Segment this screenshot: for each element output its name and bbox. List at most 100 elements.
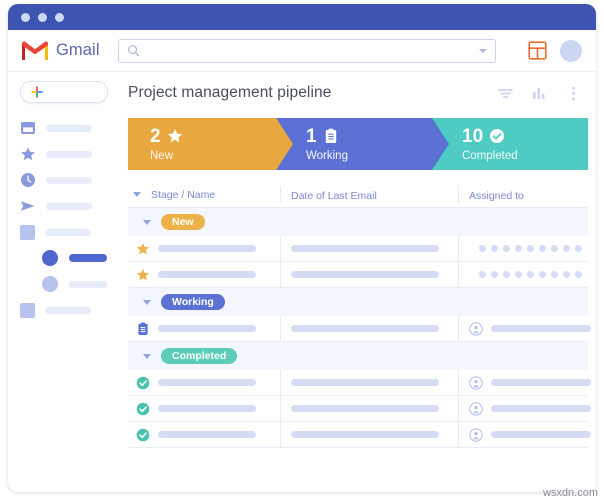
cell-date: [280, 262, 458, 288]
date-placeholder: [291, 271, 439, 278]
sidebar-item-label: [46, 125, 92, 132]
sidebar-item-label: [69, 281, 107, 288]
gmail-header: Gmail: [8, 30, 596, 72]
square-icon: [20, 303, 35, 318]
screenshot-root: Gmail: [0, 0, 604, 501]
filter-icon[interactable]: [497, 85, 514, 102]
column-header-assigned[interactable]: Assigned to: [458, 186, 588, 204]
check-circle-icon: [489, 128, 505, 144]
avatar: [469, 402, 483, 416]
page-title: Project management pipeline: [128, 84, 331, 102]
stage-label: New: [150, 150, 276, 162]
stage-arrow: [276, 118, 293, 170]
group-header-new[interactable]: New: [128, 208, 588, 236]
circle-icon: [42, 250, 58, 266]
pipeline-stage-completed[interactable]: 10 Completed: [432, 118, 588, 170]
more-vertical-icon[interactable]: [565, 85, 582, 102]
column-header-stage-name[interactable]: Stage / Name: [128, 189, 280, 201]
date-placeholder: [291, 325, 439, 332]
sidebar-item-label: [45, 229, 91, 236]
sidebar-nav: [20, 115, 120, 323]
sidebar-item-label: [45, 307, 91, 314]
table-row[interactable]: [128, 316, 588, 342]
name-placeholder: [158, 431, 256, 438]
table-header-row: Stage / Name Date of Last Email Assigned…: [128, 182, 588, 208]
user-avatar[interactable]: [560, 40, 582, 62]
cell-date: [280, 370, 458, 396]
assignee-placeholder: [491, 405, 591, 412]
cell-date: [280, 422, 458, 448]
stage-count-row: 1: [306, 127, 432, 146]
name-placeholder: [158, 271, 256, 278]
name-placeholder: [158, 325, 256, 332]
sidebar-item-more[interactable]: [20, 297, 120, 323]
stage-count: 2: [150, 127, 161, 146]
column-label: Assigned to: [459, 190, 524, 202]
board-header: Project management pipeline: [120, 72, 596, 114]
cell-date: [280, 396, 458, 422]
stage-count: 1: [306, 127, 317, 146]
search-input[interactable]: [118, 39, 496, 63]
pipeline-stages: 2 New 1: [128, 118, 588, 170]
plus-icon: [30, 85, 44, 99]
cell-assigned: [458, 262, 588, 288]
chevron-down-icon[interactable]: [143, 354, 151, 359]
check-circle-icon: [136, 402, 150, 416]
window-maximize-dot[interactable]: [55, 13, 64, 22]
cell-stage-name: [128, 262, 280, 288]
chart-icon[interactable]: [531, 85, 548, 102]
check-circle-icon: [136, 376, 150, 390]
name-placeholder: [158, 379, 256, 386]
table-row[interactable]: [128, 236, 588, 262]
table-row[interactable]: [128, 262, 588, 288]
board-toolbar: [497, 85, 582, 102]
assigned-dots: [469, 245, 582, 252]
table-row[interactable]: [128, 370, 588, 396]
avatar: [469, 322, 483, 336]
assignee-placeholder: [491, 325, 591, 332]
cell-date: [280, 316, 458, 342]
pipeline-stage-working[interactable]: 1 Working: [276, 118, 432, 170]
clipboard-icon: [136, 322, 150, 336]
avatar: [469, 428, 483, 442]
avatar: [469, 376, 483, 390]
pipeline-table: Stage / Name Date of Last Email Assigned…: [128, 182, 588, 448]
sidebar-item-label-two[interactable]: [20, 271, 120, 297]
sidebar-item-sent[interactable]: [20, 193, 120, 219]
sidebar-item-drafts[interactable]: [20, 219, 120, 245]
chevron-down-icon[interactable]: [143, 220, 151, 225]
search-icon: [127, 44, 140, 57]
compose-button[interactable]: [20, 81, 108, 103]
chevron-down-icon[interactable]: [133, 192, 141, 197]
search-options-caret-icon[interactable]: [479, 49, 487, 53]
sidebar-item-snoozed[interactable]: [20, 167, 120, 193]
name-placeholder: [158, 245, 256, 252]
table-row[interactable]: [128, 422, 588, 448]
column-header-date[interactable]: Date of Last Email: [280, 186, 458, 204]
date-placeholder: [291, 431, 439, 438]
sidebar-item-selected-label[interactable]: [20, 245, 120, 271]
chevron-down-icon[interactable]: [143, 300, 151, 305]
window-close-dot[interactable]: [21, 13, 30, 22]
apps-grid-icon[interactable]: [528, 41, 547, 60]
group-header-completed[interactable]: Completed: [128, 342, 588, 370]
cell-assigned: [458, 422, 591, 448]
window-minimize-dot[interactable]: [38, 13, 47, 22]
circle-icon: [42, 276, 58, 292]
gmail-wordmark: Gmail: [56, 41, 100, 60]
table-row[interactable]: [128, 396, 588, 422]
column-label: Stage / Name: [141, 189, 215, 201]
assignee-placeholder: [491, 379, 591, 386]
window-titlebar: [8, 4, 596, 30]
pipeline-stage-new[interactable]: 2 New: [128, 118, 276, 170]
watermark: wsxdn.com: [543, 487, 598, 499]
date-placeholder: [291, 379, 439, 386]
sidebar-item-inbox[interactable]: [20, 115, 120, 141]
main-panel: Project management pipeline: [120, 72, 596, 492]
header-actions: [528, 40, 582, 62]
send-icon: [20, 198, 36, 214]
group-header-working[interactable]: Working: [128, 288, 588, 316]
sidebar-item-label: [46, 151, 92, 158]
cell-date: [280, 236, 458, 262]
sidebar-item-starred[interactable]: [20, 141, 120, 167]
